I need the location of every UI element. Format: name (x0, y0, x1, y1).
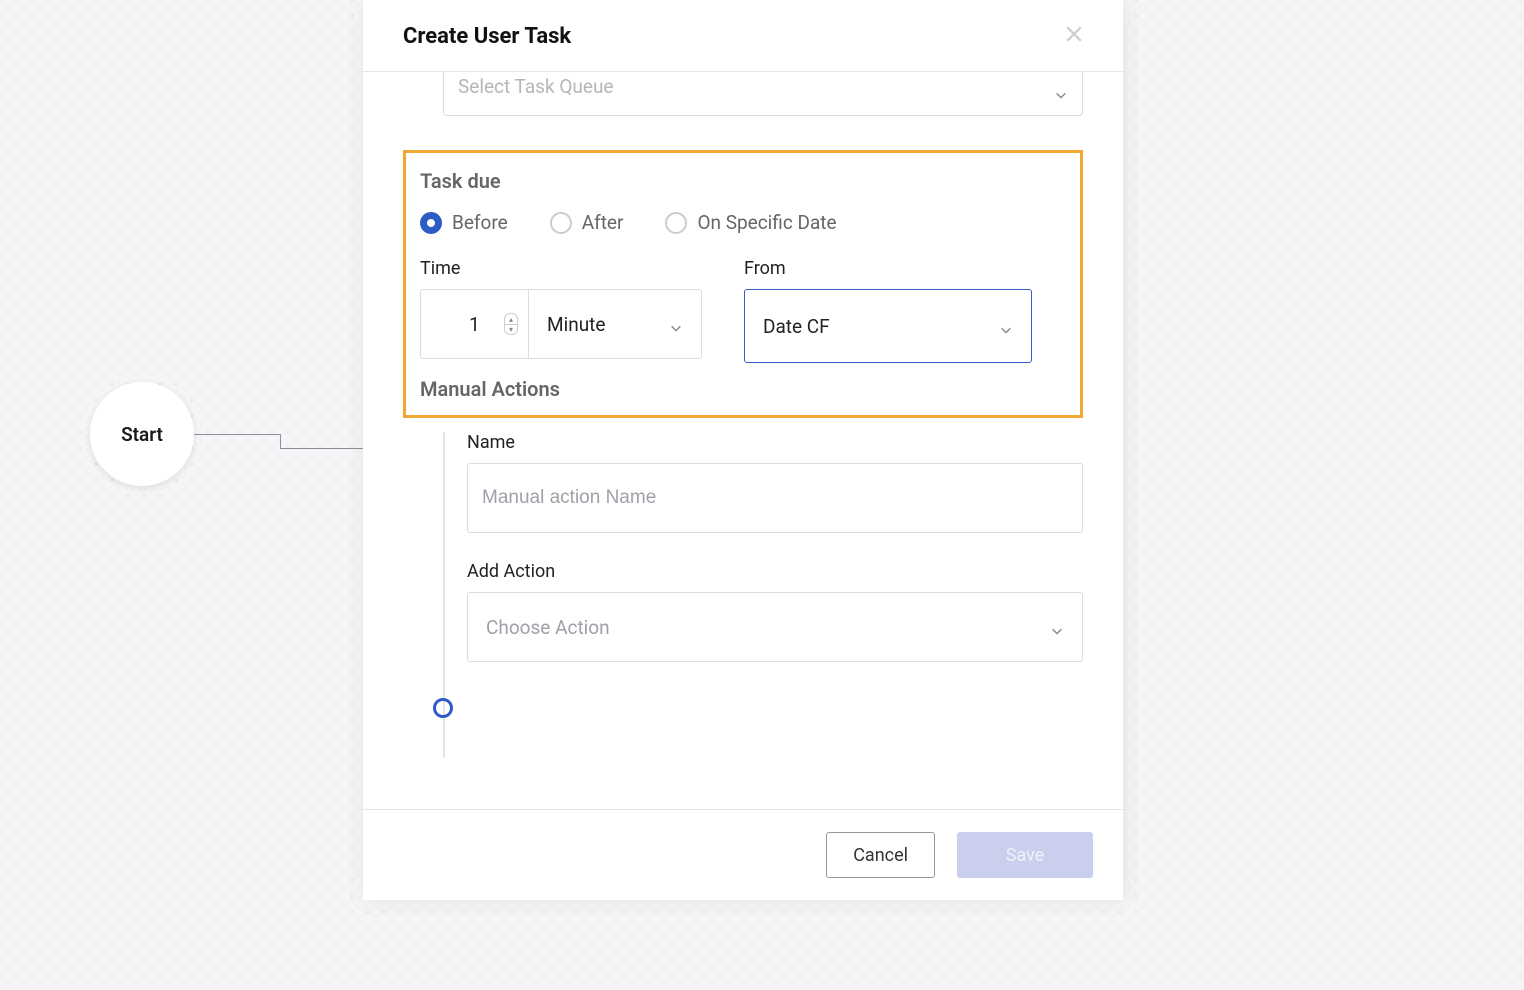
name-label: Name (467, 432, 1083, 453)
connector-line (280, 448, 370, 449)
stepper-up-icon[interactable]: ▴ (504, 313, 518, 324)
connector-line (280, 434, 281, 448)
task-due-title: Task due (420, 169, 1068, 193)
modal-title: Create User Task (403, 24, 571, 49)
modal-footer: Cancel Save (363, 809, 1123, 900)
from-value: Date CF (763, 315, 830, 338)
from-select[interactable]: Date CF (744, 289, 1032, 363)
save-button-label: Save (1006, 845, 1045, 866)
time-input-group: 1 ▴ ▾ Minute (420, 289, 702, 359)
radio-specific-date[interactable]: On Specific Date (665, 211, 836, 234)
manual-actions-title: Manual Actions (420, 377, 1068, 401)
chevron-down-icon (1050, 620, 1064, 634)
manual-actions-section: Name Add Action Choose Action (443, 432, 1083, 758)
chevron-down-icon (999, 319, 1013, 333)
radio-before-label: Before (452, 211, 508, 234)
add-action-label: Add Action (467, 561, 1083, 582)
task-due-section-highlight: Task due Before After On Specific Date T… (403, 150, 1083, 418)
radio-icon (420, 212, 442, 234)
time-field: Time 1 ▴ ▾ Minute (420, 258, 702, 363)
start-node[interactable]: Start (90, 382, 194, 486)
radio-after[interactable]: After (550, 211, 624, 234)
radio-icon (550, 212, 572, 234)
chevron-down-icon (669, 317, 683, 331)
add-action-placeholder: Choose Action (486, 616, 610, 639)
modal-header: Create User Task (363, 0, 1123, 72)
time-label: Time (420, 258, 702, 279)
time-value: 1 (469, 313, 480, 336)
time-unit-value: Minute (547, 313, 605, 336)
radio-after-label: After (582, 211, 624, 234)
stepper-down-icon[interactable]: ▾ (504, 324, 518, 335)
time-value-input[interactable]: 1 ▴ ▾ (420, 289, 528, 359)
task-due-radio-group: Before After On Specific Date (420, 211, 1068, 234)
from-field: From Date CF (744, 258, 1032, 363)
manual-name-field: Name (467, 432, 1083, 533)
connector-line (194, 434, 280, 435)
save-button[interactable]: Save (957, 832, 1093, 878)
create-user-task-modal: Create User Task Select Task Queue Task … (363, 0, 1123, 900)
close-icon[interactable] (1065, 25, 1083, 48)
modal-body: Select Task Queue Task due Before After … (363, 72, 1123, 809)
from-label: From (744, 258, 1032, 279)
radio-before[interactable]: Before (420, 211, 508, 234)
cancel-button-label: Cancel (853, 845, 908, 866)
radio-icon[interactable] (433, 698, 453, 718)
manual-action-name-input[interactable] (467, 463, 1083, 533)
chevron-down-icon (1054, 84, 1068, 98)
radio-specific-label: On Specific Date (697, 211, 836, 234)
time-unit-select[interactable]: Minute (528, 289, 702, 359)
time-from-row: Time 1 ▴ ▾ Minute (420, 258, 1068, 363)
add-action-field: Add Action Choose Action (467, 561, 1083, 662)
radio-icon (665, 212, 687, 234)
add-action-select[interactable]: Choose Action (467, 592, 1083, 662)
task-queue-select[interactable]: Select Task Queue (443, 72, 1083, 116)
cancel-button[interactable]: Cancel (826, 832, 935, 878)
quantity-stepper: ▴ ▾ (504, 313, 518, 335)
start-node-label: Start (121, 423, 163, 446)
task-queue-placeholder: Select Task Queue (458, 75, 614, 98)
